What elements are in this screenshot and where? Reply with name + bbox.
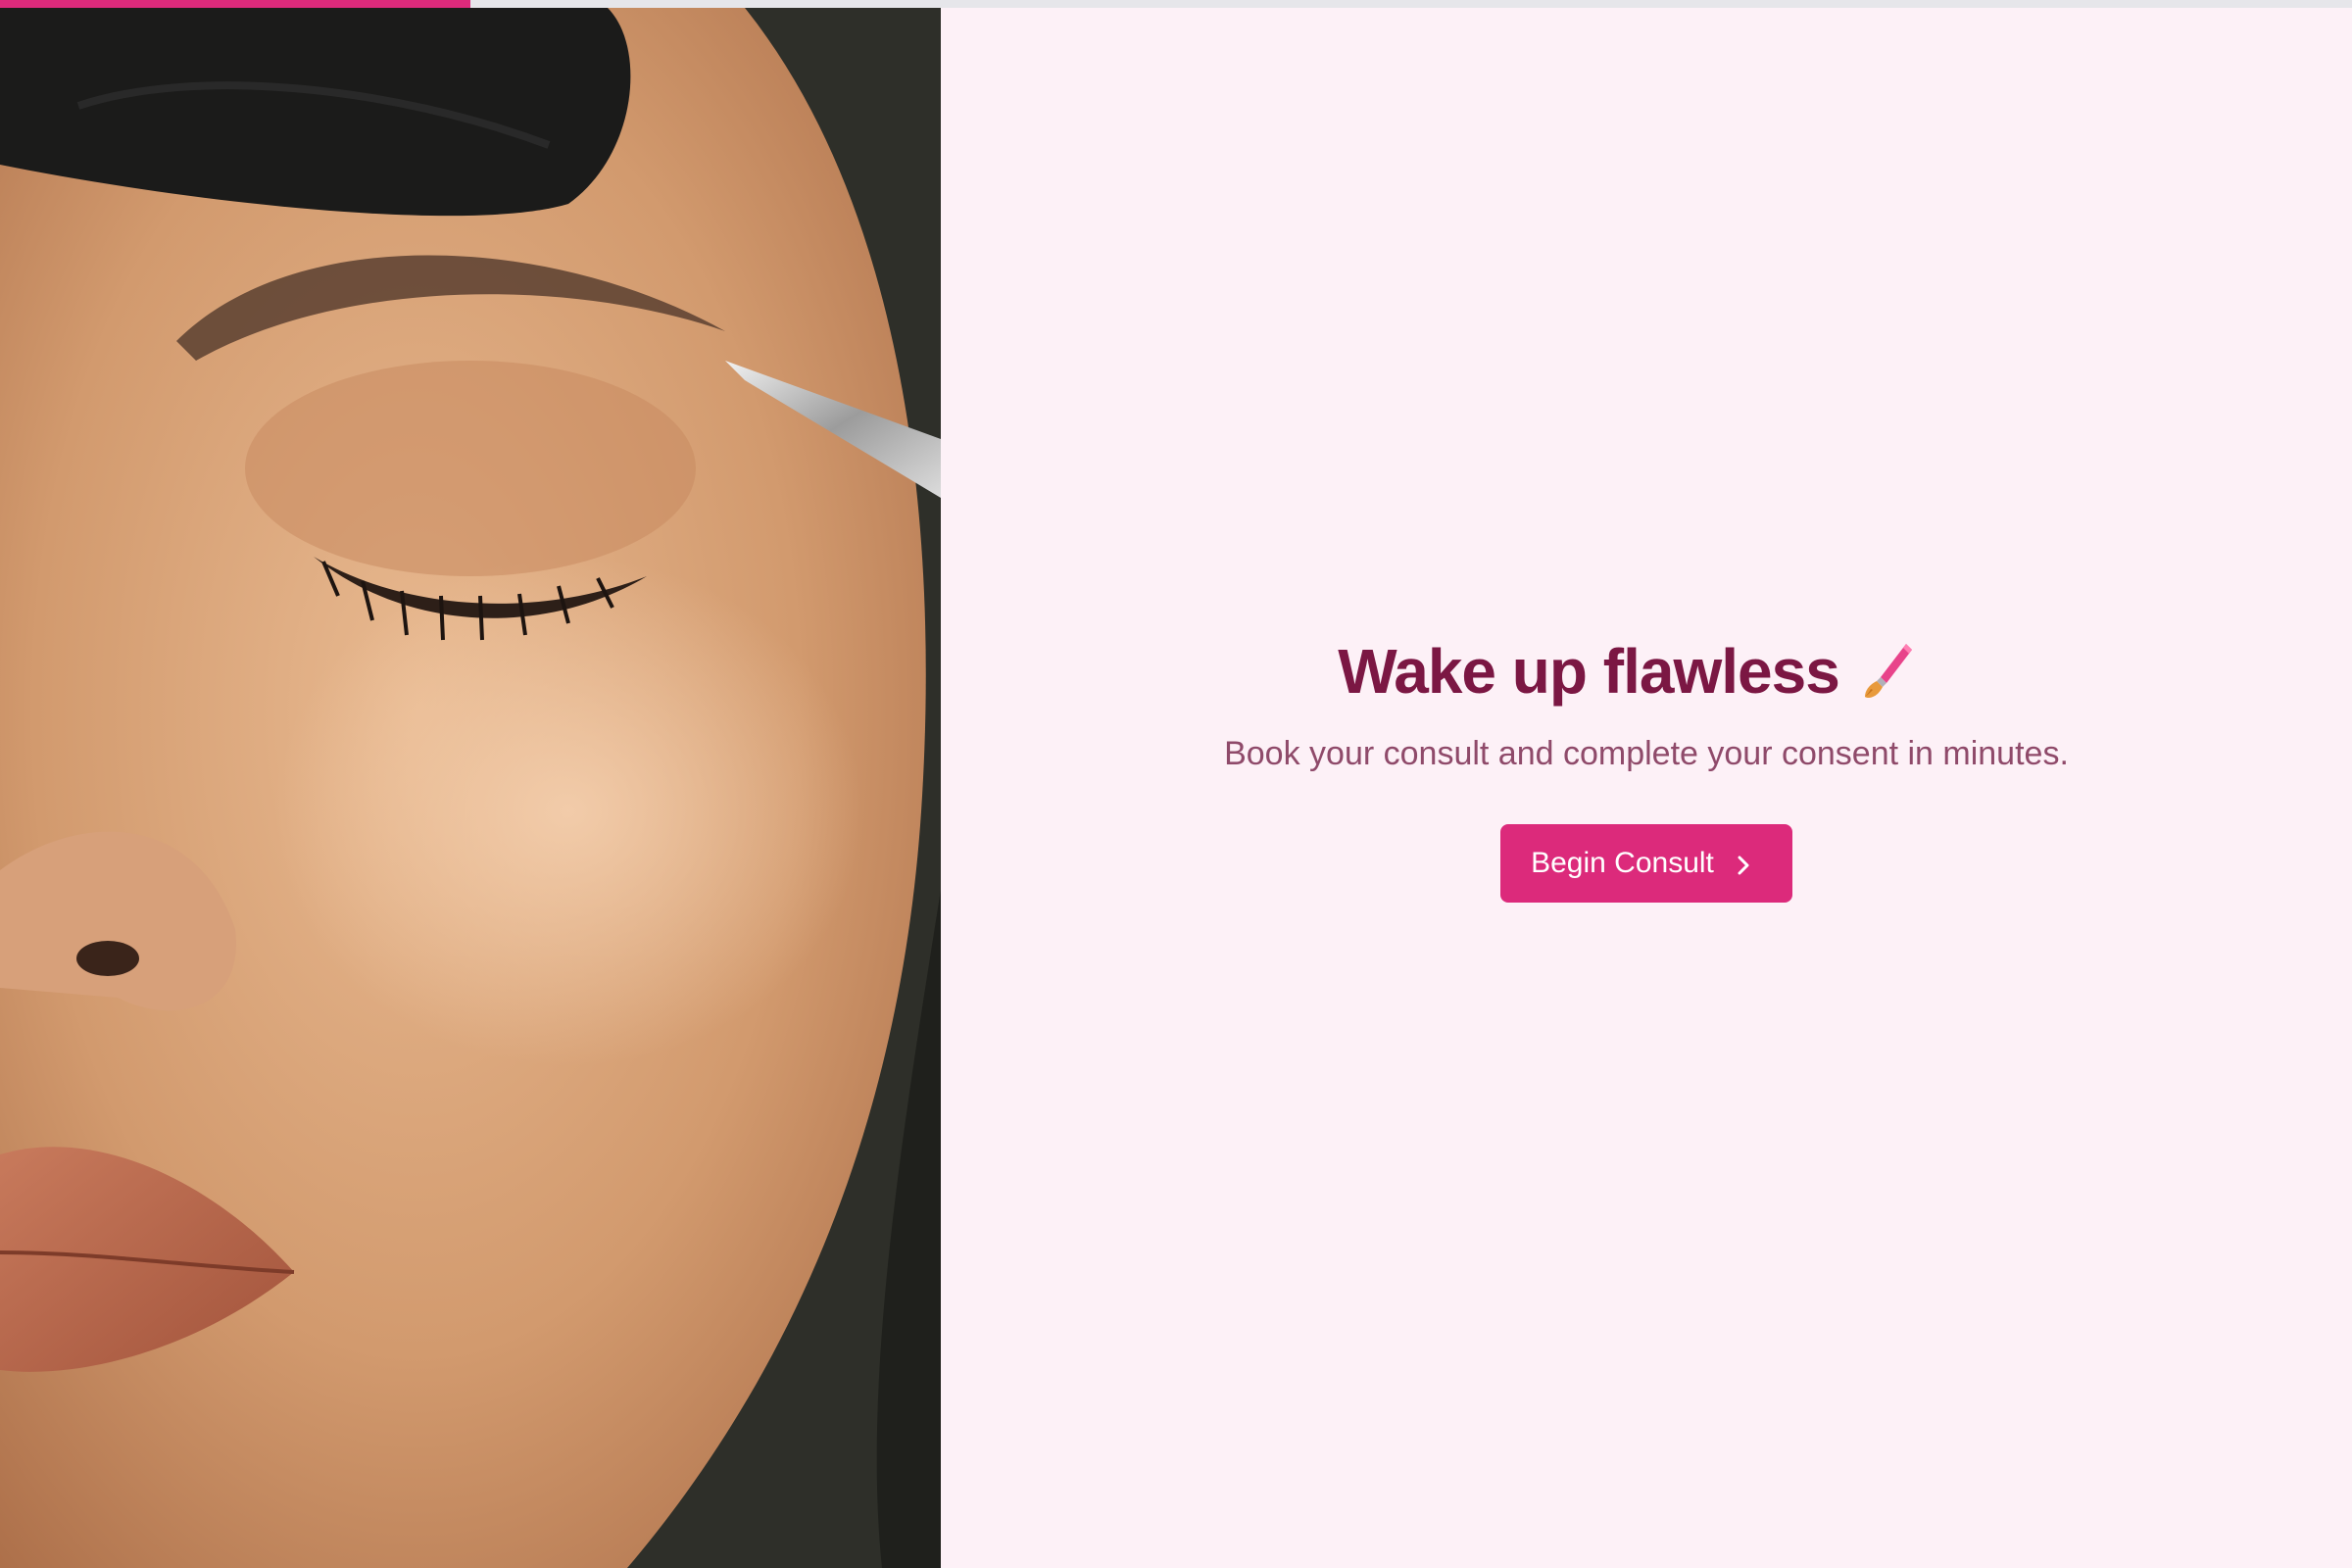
hero-photo: [0, 8, 941, 1568]
begin-consult-label: Begin Consult: [1531, 846, 1714, 879]
makeup-brush-icon: [1861, 640, 1916, 703]
subtitle: Book your consult and complete your cons…: [1224, 734, 2069, 772]
chevron-right-icon: [1734, 852, 1753, 875]
headline: Wake up flawless: [1338, 635, 1916, 708]
progress-bar: [0, 0, 2352, 8]
page-layout: Wake up flawless Book your consult and c…: [0, 8, 2352, 1568]
begin-consult-button[interactable]: Begin Consult: [1500, 823, 1792, 903]
progress-bar-fill: [0, 0, 470, 8]
page-title: Wake up flawless: [1338, 635, 1840, 707]
hero-photo-illustration: [0, 8, 941, 1568]
hero-content: Wake up flawless Book your consult and c…: [941, 8, 2352, 1568]
